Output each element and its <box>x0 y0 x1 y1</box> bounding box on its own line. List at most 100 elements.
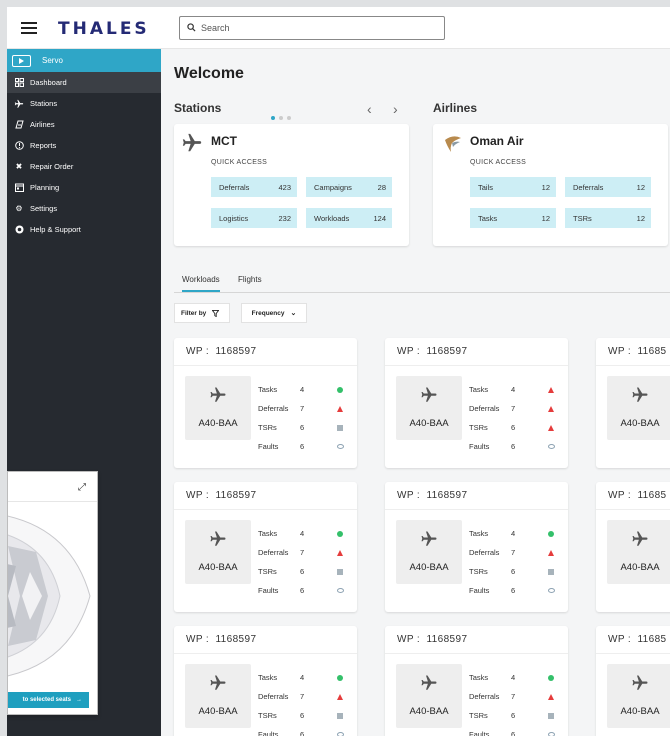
workpackage-card[interactable]: WP : 11685 A40-BAA <box>596 482 670 612</box>
workpackage-card[interactable]: WP : 1168597 A40-BAA Tasks 4 Deferrals 7 TSRs 6… <box>385 482 568 612</box>
stat-label: Faults <box>469 730 490 736</box>
workpackage-card[interactable]: WP : 1168597 A40-BAA Tasks 4 Deferrals 7 TSRs 6… <box>174 482 357 612</box>
workpackage-card[interactable]: WP : 11685 A40-BAA <box>596 626 670 736</box>
search-icon <box>187 23 196 32</box>
aircraft-tile: A40-BAA <box>185 664 251 728</box>
qa-value: 12 <box>636 213 645 223</box>
stat-value: 6 <box>300 730 305 736</box>
sidebar-item-repair-order[interactable]: ✖ Repair Order <box>7 156 161 177</box>
expand-icon[interactable]: ⤢ <box>78 482 86 493</box>
stat-value: 6 <box>300 711 305 720</box>
quick-access-workloads[interactable]: Workloads 124 <box>306 208 392 228</box>
stat-label: Tasks <box>258 673 278 682</box>
stat-value: 4 <box>300 385 305 394</box>
stat-value: 6 <box>511 423 516 432</box>
workpackage-card[interactable]: WP : 1168597 A40-BAA Tasks 4 Deferrals 7 TSRs 6… <box>174 338 357 468</box>
frequency-dropdown[interactable]: Frequency ⌄ <box>241 303 307 323</box>
quick-access-airline-deferrals[interactable]: Deferrals 12 <box>565 177 651 197</box>
stat-label: TSRs <box>469 423 488 432</box>
workpackage-card[interactable]: WP : 1168597 A40-BAA Tasks 4 Deferrals 7 TSRs 6… <box>174 626 357 736</box>
eye-icon <box>548 732 555 736</box>
qa-value: 12 <box>541 182 550 192</box>
stat-value: 7 <box>300 548 305 557</box>
menu-icon[interactable] <box>21 22 37 34</box>
airline-name: Oman Air <box>470 134 524 148</box>
eye-icon <box>337 588 344 593</box>
sidebar-item-airlines[interactable]: Airlines <box>7 114 161 135</box>
square-icon <box>548 569 554 575</box>
divider <box>385 509 568 510</box>
qa-label: Deferrals <box>219 182 250 192</box>
aircraft-tile: A40-BAA <box>607 376 670 440</box>
go-to-selected-seats-button[interactable]: to selected seats → <box>8 692 89 708</box>
chevron-right-icon[interactable]: › <box>393 101 398 117</box>
stat-value: 6 <box>511 567 516 576</box>
tail-number: A40-BAA <box>198 562 238 573</box>
square-icon <box>337 713 343 719</box>
plane-icon <box>421 675 437 690</box>
stat-value: 4 <box>300 529 305 538</box>
filter-label: Filter by <box>181 309 207 317</box>
stat-value: 6 <box>300 567 305 576</box>
square-icon <box>548 713 554 719</box>
plane-icon <box>210 675 226 690</box>
tab-flights[interactable]: Flights <box>238 275 262 284</box>
sidebar-item-settings[interactable]: ⚙ Settings <box>7 198 161 219</box>
sidebar-item-label: Repair Order <box>30 162 74 171</box>
filter-button[interactable]: Filter by <box>174 303 230 323</box>
quick-access-deferrals[interactable]: Deferrals 423 <box>211 177 297 197</box>
workpackage-card[interactable]: WP : 11685 A40-BAA <box>596 338 670 468</box>
stat-value: 6 <box>300 442 305 451</box>
workpackage-card[interactable]: WP : 1168597 A40-BAA Tasks 4 Deferrals 7 TSRs 6… <box>385 626 568 736</box>
warning-icon <box>548 406 554 412</box>
aircraft-seat-map[interactable] <box>8 512 98 680</box>
chevron-left-icon[interactable]: ‹ <box>367 101 372 117</box>
warning-icon <box>548 425 554 431</box>
sidebar-item-stations[interactable]: Stations <box>7 93 161 114</box>
quick-access-campaigns[interactable]: Campaigns 28 <box>306 177 392 197</box>
divider <box>596 365 670 366</box>
sidebar-item-label: Help & Support <box>30 225 81 234</box>
stat-label: Tasks <box>469 385 489 394</box>
stat-label: TSRs <box>258 711 277 720</box>
search-box[interactable] <box>179 16 445 40</box>
sidebar-item-dashboard[interactable]: Dashboard <box>7 72 161 93</box>
stat-label: Tasks <box>258 385 278 394</box>
workpackage-id: WP : 1168597 <box>186 634 257 645</box>
workpackage-card[interactable]: WP : 1168597 A40-BAA Tasks 4 Deferrals 7 TSRs 6… <box>385 338 568 468</box>
tail-number: A40-BAA <box>198 706 238 717</box>
workpackage-id: WP : 11685 <box>608 490 667 501</box>
quick-access-tsrs[interactable]: TSRs 12 <box>565 208 651 228</box>
divider <box>385 365 568 366</box>
carousel-dots[interactable] <box>271 107 295 125</box>
tab-workloads[interactable]: Workloads <box>182 275 220 292</box>
plane-icon <box>14 99 24 109</box>
tail-number: A40-BAA <box>409 562 449 573</box>
qa-value: 12 <box>636 182 645 192</box>
search-input[interactable] <box>201 20 436 36</box>
stat-value: 6 <box>511 730 516 736</box>
quick-access-tasks[interactable]: Tasks 12 <box>470 208 556 228</box>
qa-label: Tails <box>478 182 494 192</box>
quick-access-tails[interactable]: Tails 12 <box>470 177 556 197</box>
sidebar-item-planning[interactable]: Planning <box>7 177 161 198</box>
qa-value: 28 <box>377 182 386 192</box>
sidebar-item-label: Settings <box>30 204 58 213</box>
aircraft-tile: A40-BAA <box>185 376 251 440</box>
stat-label: TSRs <box>258 423 277 432</box>
divider <box>596 653 670 654</box>
workpackage-id: WP : 1168597 <box>397 634 468 645</box>
quick-access-logistics[interactable]: Logistics 232 <box>211 208 297 228</box>
airlines-title: Airlines <box>433 101 478 115</box>
stat-value: 4 <box>511 673 516 682</box>
eye-icon <box>337 732 344 736</box>
app-window: THALES Servo Dashboard Stations Airlines… <box>7 7 670 736</box>
sidebar-app-header[interactable]: Servo <box>7 49 161 72</box>
stat-label: TSRs <box>469 567 488 576</box>
stat-label: Deferrals <box>258 692 289 701</box>
cta-label: to selected seats <box>22 697 71 703</box>
sidebar-item-reports[interactable]: Reports <box>7 135 161 156</box>
sidebar-item-help[interactable]: Help & Support <box>7 219 161 240</box>
main-content: Welcome Stations ‹ › Airlines MCT QUICK … <box>161 49 670 736</box>
sidebar-item-label: Reports <box>30 141 57 150</box>
